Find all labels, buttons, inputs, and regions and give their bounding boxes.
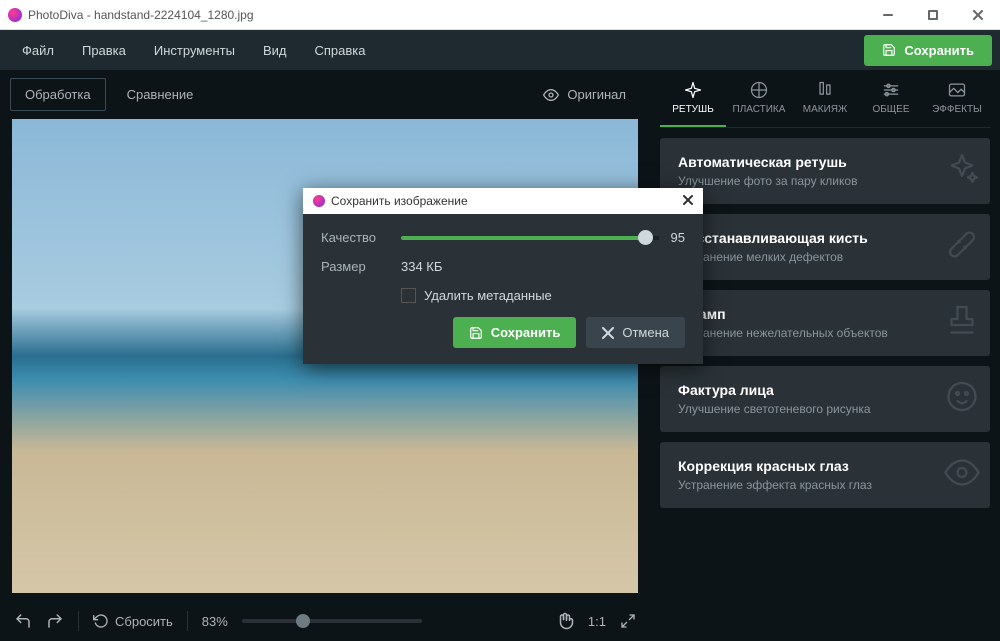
dialog-close-button[interactable]	[683, 194, 693, 208]
tab-process[interactable]: Обработка	[10, 78, 106, 111]
card-healing-brush[interactable]: Восстанавливающая кисть Устранение мелки…	[660, 214, 990, 280]
save-dialog: Сохранить изображение Качество 95 Размер…	[303, 188, 703, 364]
bottombar: Сбросить 83% 1:1	[0, 601, 650, 641]
card-title: Автоматическая ретушь	[678, 154, 972, 170]
sparkle-icon	[944, 151, 980, 192]
dialog-title: Сохранить изображение	[331, 194, 468, 208]
original-button[interactable]: Оригинал	[529, 79, 640, 111]
stamp-icon	[944, 303, 980, 344]
window-title: PhotoDiva - handstand-2224104_1280.jpg	[28, 8, 254, 22]
card-title: Фактура лица	[678, 382, 972, 398]
eye-icon	[543, 87, 559, 103]
card-subtitle: Устранение нежелательных объектов	[678, 326, 972, 340]
zoom-ratio: 1:1	[588, 614, 606, 629]
metadata-label: Удалить метаданные	[424, 288, 552, 303]
hand-tool[interactable]	[556, 612, 574, 630]
reset-label: Сбросить	[115, 614, 173, 629]
quality-value: 95	[671, 230, 685, 245]
metadata-checkbox[interactable]	[401, 288, 416, 303]
redo-button[interactable]	[46, 612, 64, 630]
maximize-button[interactable]	[910, 0, 955, 30]
card-subtitle: Устранение эффекта красных глаз	[678, 478, 972, 492]
dialog-save-button[interactable]: Сохранить	[453, 317, 577, 348]
titlebar: PhotoDiva - handstand-2224104_1280.jpg	[0, 0, 1000, 30]
zoom-slider[interactable]	[242, 619, 422, 623]
size-value: 334 КБ	[401, 259, 442, 274]
card-title: Коррекция красных глаз	[678, 458, 972, 474]
save-button[interactable]: Сохранить	[864, 35, 992, 66]
app-icon	[313, 195, 325, 207]
face-icon	[944, 379, 980, 420]
card-title: Штамп	[678, 306, 972, 322]
zoom-thumb[interactable]	[296, 614, 310, 628]
card-subtitle: Улучшение светотеневого рисунка	[678, 402, 972, 416]
dialog-cancel-button[interactable]: Отмена	[586, 317, 685, 348]
menubar: Файл Правка Инструменты Вид Справка Сохр…	[0, 30, 1000, 70]
tooltab-makeup[interactable]: МАКИЯЖ	[792, 70, 858, 127]
eye-icon	[944, 455, 980, 496]
close-button[interactable]	[955, 0, 1000, 30]
tooltab-liquify[interactable]: ПЛАСТИКА	[726, 70, 792, 127]
dialog-titlebar: Сохранить изображение	[303, 188, 703, 214]
card-clone-stamp[interactable]: Штамп Устранение нежелательных объектов	[660, 290, 990, 356]
card-face-texture[interactable]: Фактура лица Улучшение светотеневого рис…	[660, 366, 990, 432]
menu-tools[interactable]: Инструменты	[140, 35, 249, 66]
card-redeye[interactable]: Коррекция красных глаз Устранение эффект…	[660, 442, 990, 508]
tooltab-effects[interactable]: ЭФФЕКТЫ	[924, 70, 990, 127]
card-auto-retouch[interactable]: Автоматическая ретушь Улучшение фото за …	[660, 138, 990, 204]
reset-button[interactable]: Сбросить	[93, 613, 173, 629]
undo-button[interactable]	[14, 612, 32, 630]
quality-thumb[interactable]	[638, 230, 653, 245]
card-title: Восстанавливающая кисть	[678, 230, 972, 246]
fullscreen-button[interactable]	[620, 613, 636, 629]
tooltab-general[interactable]: ОБЩЕЕ	[858, 70, 924, 127]
quality-slider[interactable]	[401, 236, 659, 240]
card-subtitle: Улучшение фото за пару кликов	[678, 174, 972, 188]
menu-edit[interactable]: Правка	[68, 35, 140, 66]
bandage-icon	[944, 227, 980, 268]
tab-compare[interactable]: Сравнение	[112, 78, 209, 111]
menu-view[interactable]: Вид	[249, 35, 301, 66]
save-button-label: Сохранить	[904, 43, 974, 58]
size-label: Размер	[321, 259, 401, 274]
app-icon	[8, 8, 22, 22]
card-subtitle: Устранение мелких дефектов	[678, 250, 972, 264]
tooltab-retouch[interactable]: РЕТУШЬ	[660, 70, 726, 127]
zoom-value: 83%	[202, 614, 228, 629]
minimize-button[interactable]	[865, 0, 910, 30]
original-label: Оригинал	[567, 87, 626, 102]
menu-file[interactable]: Файл	[8, 35, 68, 66]
quality-label: Качество	[321, 230, 401, 245]
menu-help[interactable]: Справка	[300, 35, 379, 66]
